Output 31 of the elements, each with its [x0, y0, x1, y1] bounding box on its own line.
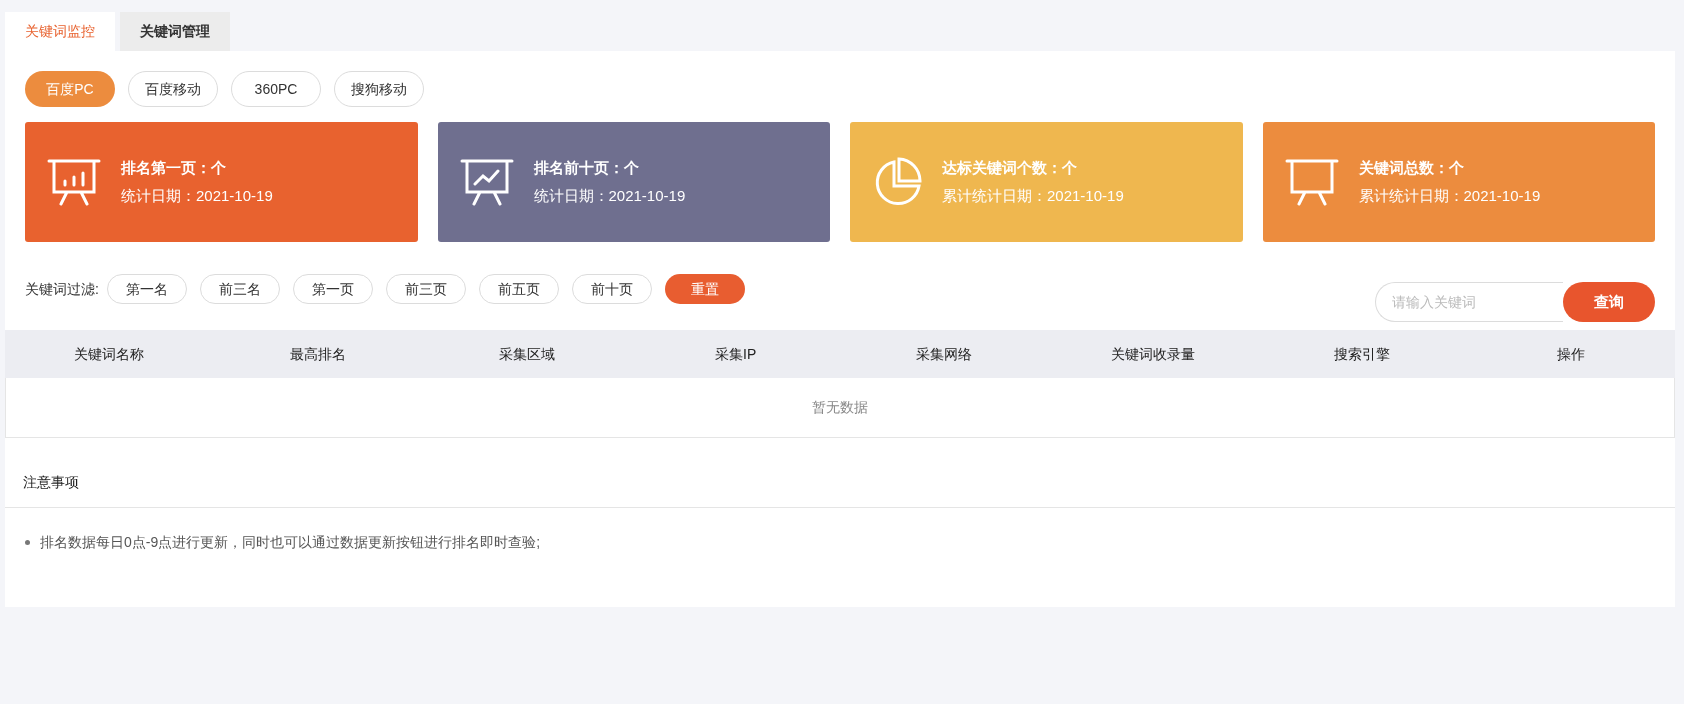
- presentation-trend-icon: [459, 158, 514, 206]
- search-field[interactable]: 请输入关键词: [1375, 282, 1563, 322]
- stat-date: 累计统计日期：2021-10-19: [942, 186, 1124, 206]
- stat-title: 排名第一页：个: [121, 157, 227, 178]
- presentation-board-icon: [1284, 158, 1339, 206]
- stat-title: 达标关键词个数：个: [942, 157, 1078, 178]
- empty-message: 暂无数据: [812, 398, 868, 417]
- stat-title: 排名前十页：个: [533, 157, 640, 178]
- engine-button[interactable]: 搜狗移动: [334, 71, 424, 107]
- stat-title: 关键词总数：个: [1358, 157, 1465, 178]
- engine-button[interactable]: 360PC: [231, 71, 321, 107]
- bullet-icon: [25, 540, 30, 545]
- stat-date: 累计统计日期：2021-10-19: [1358, 186, 1541, 206]
- column-header: 采集IP: [714, 344, 758, 364]
- notes-title: 注意事项: [23, 473, 79, 492]
- column-header: 搜索引擎: [1332, 344, 1391, 364]
- stat-date: 统计日期：2021-10-19: [533, 186, 686, 206]
- note-text: 排名数据每日0点-9点进行更新，同时也可以通过数据更新按钮进行排名即时查验;: [40, 533, 541, 552]
- column-header: 关键词名称: [73, 344, 146, 364]
- tab[interactable]: 关键词监控: [5, 12, 115, 51]
- tab[interactable]: 关键词管理: [120, 12, 230, 51]
- column-header: 关键词收录量: [1110, 344, 1197, 364]
- filter-label: 关键词过滤:: [25, 279, 99, 299]
- column-header: 采集区域: [497, 344, 556, 364]
- engine-button[interactable]: 百度移动: [128, 71, 218, 107]
- column-header: 采集网络: [915, 344, 974, 364]
- presentation-chart-icon: [47, 158, 101, 206]
- search-button[interactable]: 查询: [1563, 282, 1655, 322]
- column-header: 操作: [1555, 344, 1586, 364]
- column-header: 最高排名: [289, 344, 348, 364]
- stat-date: 统计日期：2021-10-19: [121, 186, 273, 206]
